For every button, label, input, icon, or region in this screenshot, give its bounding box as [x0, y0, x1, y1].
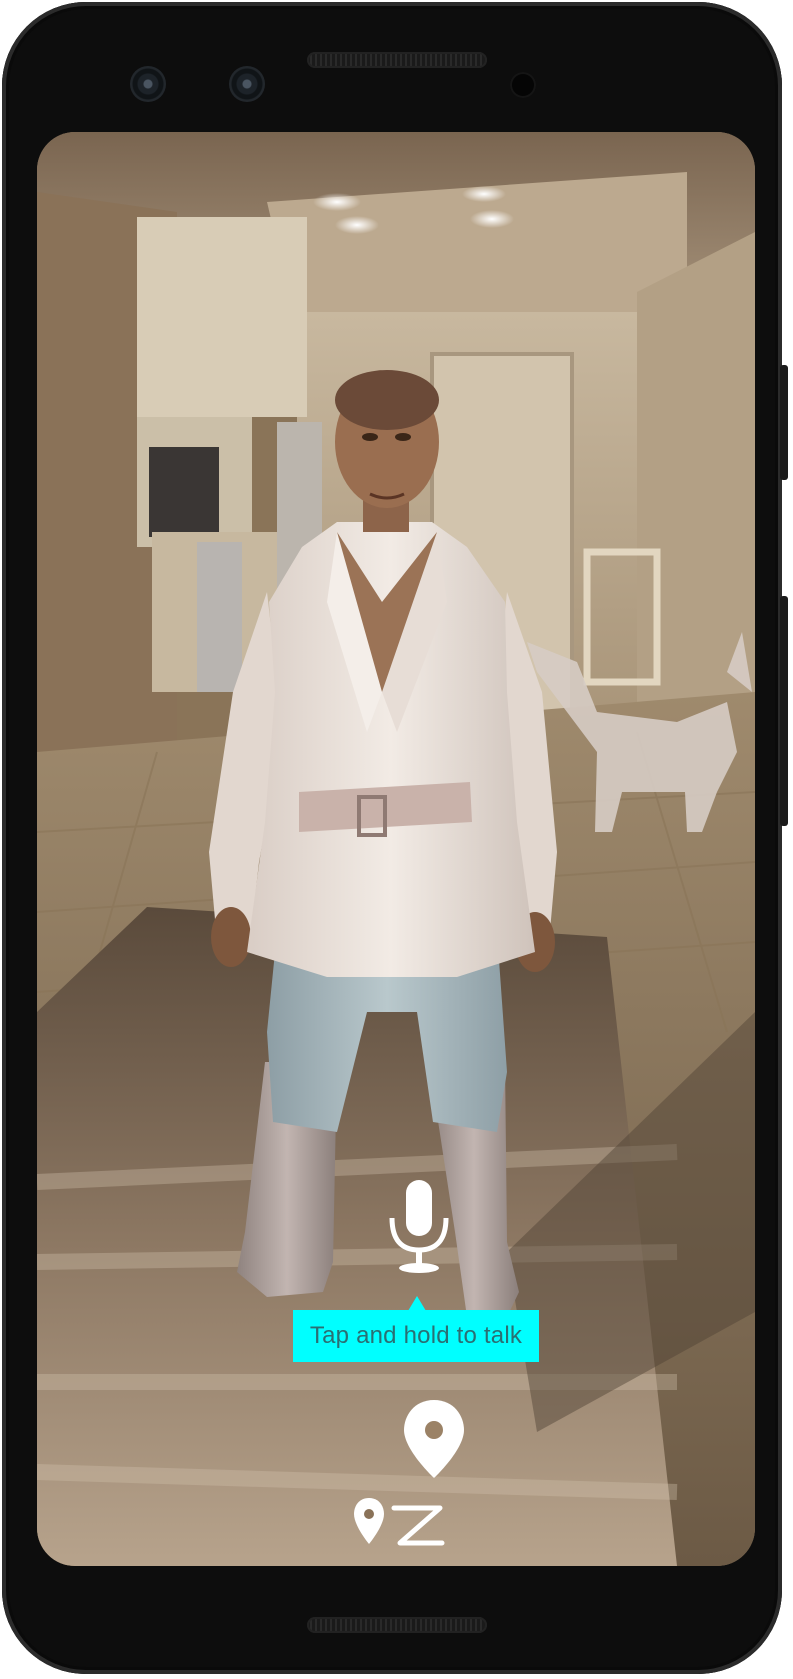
proximity-sensor	[510, 72, 536, 98]
volume-button[interactable]	[780, 596, 788, 826]
bottom-speaker	[307, 1617, 487, 1633]
power-button[interactable]	[780, 365, 788, 480]
microphone-icon[interactable]	[386, 1178, 452, 1278]
earpiece-speaker	[307, 52, 487, 68]
talk-hint-tooltip: Tap and hold to talk	[293, 1310, 539, 1362]
tooltip-pointer	[408, 1296, 426, 1311]
app-screen: Tap and hold to talk	[37, 132, 755, 1566]
front-camera-icon	[229, 66, 265, 102]
phone-frame: Tap and hold to talk	[2, 2, 782, 1674]
route-navigation-icon[interactable]	[354, 1398, 492, 1548]
front-camera-icon	[130, 66, 166, 102]
ar-controls-overlay: Tap and hold to talk	[37, 132, 755, 1566]
